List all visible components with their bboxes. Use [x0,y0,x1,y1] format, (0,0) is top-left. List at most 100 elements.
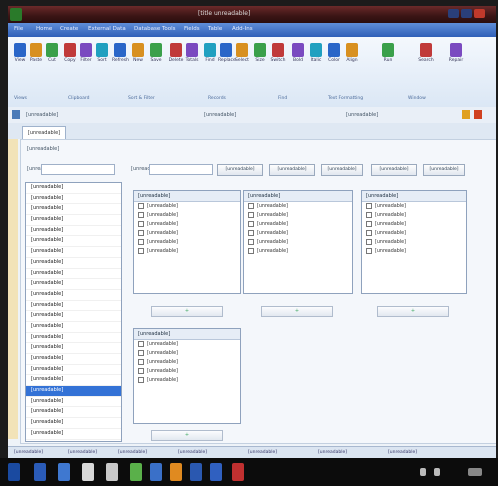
option-row[interactable]: [unreadable] [362,220,466,229]
add-button-2[interactable]: + [261,306,333,317]
ribbon-button-search[interactable]: Search [418,43,434,73]
option-row[interactable]: [unreadable] [134,229,240,238]
option-row[interactable]: [unreadable] [134,247,240,256]
category-item[interactable]: [unreadable] [26,247,121,258]
category-item[interactable]: [unreadable] [26,386,121,397]
option-row[interactable]: [unreadable] [244,238,352,247]
option-row[interactable]: [unreadable] [244,247,352,256]
ribbon-button-copy[interactable]: Copy [62,43,78,73]
maximize-button[interactable] [461,9,472,18]
ribbon-button-switch[interactable]: Switch [270,43,286,73]
panel-button-1[interactable]: [unreadable] [217,164,263,176]
checkbox[interactable] [138,220,144,227]
option-row[interactable]: [unreadable] [362,229,466,238]
status-item[interactable]: [unreadable] [248,450,277,455]
checkbox[interactable] [366,211,372,218]
category-item[interactable]: [unreadable] [26,397,121,408]
taskbar-app-9-icon[interactable] [210,463,222,481]
checkbox[interactable] [248,220,254,227]
panel-button-5[interactable]: [unreadable] [423,164,465,176]
checkbox[interactable] [138,202,144,209]
checkbox[interactable] [138,238,144,245]
ribbon-button-bold[interactable]: Bold [290,43,306,73]
category-item[interactable]: [unreadable] [26,322,121,333]
category-item[interactable]: [unreadable] [26,407,121,419]
category-item[interactable]: [unreadable] [26,418,121,429]
category-item[interactable]: [unreadable] [26,333,121,344]
category-list[interactable]: [unreadable] [unreadable] [unreadable] [unr… [25,182,122,442]
category-item[interactable]: [unreadable] [26,375,121,387]
ribbon-button-replace[interactable]: Replace [218,43,236,73]
taskbar-app-6-icon[interactable] [150,463,162,481]
close-button[interactable] [474,9,485,18]
ribbon-button-select[interactable]: Select [234,43,250,73]
checkbox[interactable] [138,211,144,218]
category-item[interactable]: [unreadable] [26,258,121,269]
checkbox[interactable] [138,349,144,356]
category-item[interactable]: [unreadable] [26,194,121,205]
taskbar-app-7-icon[interactable] [170,463,182,481]
checkbox[interactable] [138,358,144,365]
tray-volume-icon[interactable] [434,468,440,476]
status-item[interactable]: [unreadable] [388,450,417,455]
option-row[interactable]: [unreadable] [134,211,240,220]
panel-button-4[interactable]: [unreadable] [371,164,417,176]
ribbon-button-sort[interactable]: Sort [94,43,110,73]
navigation-pane-collapsed[interactable] [8,139,18,439]
category-item[interactable]: [unreadable] [26,183,121,194]
ribbon-button-new[interactable]: New [130,43,146,73]
nav-icon[interactable] [12,110,20,119]
checkbox[interactable] [366,202,372,209]
add-button-4[interactable]: + [151,430,223,441]
taskbar-app-4-icon[interactable] [106,463,118,481]
category-item[interactable]: [unreadable] [26,429,121,440]
add-button-3[interactable]: + [377,306,449,317]
category-item[interactable]: [unreadable] [26,290,121,301]
status-item[interactable]: [unreadable] [68,450,97,455]
ribbon-button-refresh[interactable]: Refresh [112,43,129,73]
option-row[interactable]: [unreadable] [244,220,352,229]
category-item[interactable]: [unreadable] [26,301,121,312]
status-item[interactable]: [unreadable] [318,450,347,455]
checkbox[interactable] [138,340,144,347]
tray-network-icon[interactable] [420,468,426,476]
option-row[interactable]: [unreadable] [244,229,352,238]
option-row[interactable]: [unreadable] [134,358,240,367]
category-item[interactable]: [unreadable] [26,236,121,248]
app-icon[interactable] [10,8,22,21]
menu-home[interactable]: Home [36,26,52,32]
category-item[interactable]: [unreadable] [26,365,121,376]
checkbox[interactable] [366,247,372,254]
ribbon-button-delete[interactable]: Delete [168,43,184,73]
category-item[interactable]: [unreadable] [26,354,121,365]
help-icon[interactable] [462,110,470,119]
minimize-button[interactable] [448,9,459,18]
menu-database-tools[interactable]: Database Tools [134,26,176,32]
checkbox[interactable] [248,247,254,254]
option-row[interactable]: [unreadable] [134,202,240,211]
option-row[interactable]: [unreadable] [362,202,466,211]
tab-form[interactable]: [unreadable] [22,126,66,139]
checkbox[interactable] [366,220,372,227]
panel-button-3[interactable]: [unreadable] [321,164,363,176]
start-icon[interactable] [8,463,20,481]
option-row[interactable]: [unreadable] [134,349,240,358]
option-row[interactable]: [unreadable] [362,247,466,256]
options-icon[interactable] [474,110,482,119]
option-row[interactable]: [unreadable] [134,220,240,229]
option-row[interactable]: [unreadable] [244,211,352,220]
menu-add-ins[interactable]: Add-Ins [232,26,253,32]
ribbon-button-size[interactable]: Size [252,43,268,73]
option-row[interactable]: [unreadable] [244,202,352,211]
option-row[interactable]: [unreadable] [134,238,240,247]
checkbox[interactable] [138,229,144,236]
option-row[interactable]: [unreadable] [362,238,466,247]
taskbar-app-2-icon[interactable] [58,463,70,481]
checkbox[interactable] [248,238,254,245]
ribbon-button-run[interactable]: Run [380,43,396,73]
tray-clock[interactable] [468,468,482,476]
menu-fields[interactable]: Fields [184,26,200,32]
taskbar-app-8-icon[interactable] [190,463,202,481]
ribbon-button-save[interactable]: Save [148,43,164,73]
menu-file[interactable]: File [14,26,23,32]
